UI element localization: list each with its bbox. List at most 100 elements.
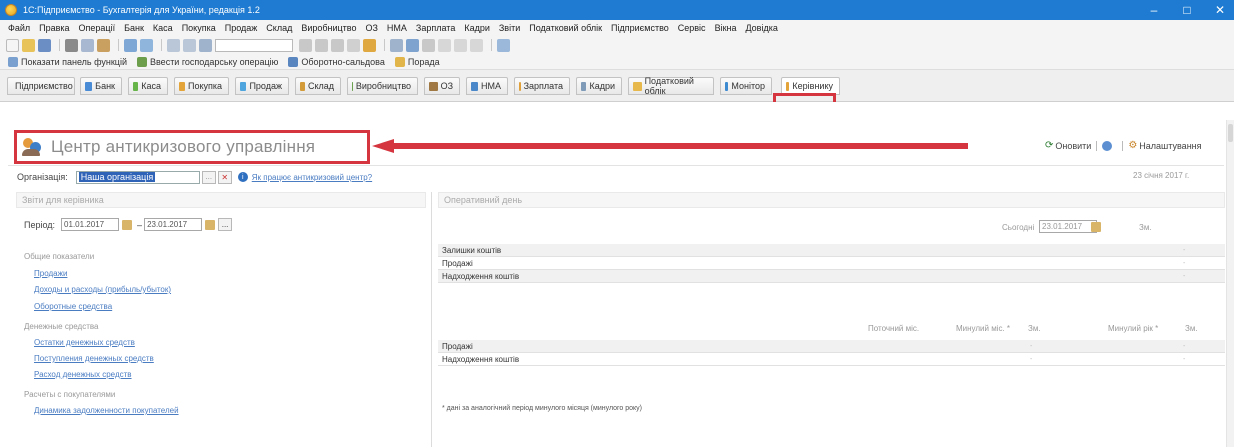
copy-icon[interactable] xyxy=(81,38,94,52)
print-icon[interactable] xyxy=(124,38,137,52)
scrollbar-thumb[interactable] xyxy=(1228,124,1233,142)
menu-item[interactable]: Довідка xyxy=(745,23,777,33)
group-title: Денежные средства xyxy=(24,322,99,331)
report-link[interactable]: Динамика задолженности покупателей xyxy=(34,406,179,415)
tab-prodazh[interactable]: Продаж xyxy=(235,77,289,95)
preview-icon[interactable] xyxy=(140,38,153,52)
menu-item[interactable]: Підприємство xyxy=(611,23,669,33)
menu-item[interactable]: Продаж xyxy=(225,23,258,33)
close-button[interactable]: ✕ xyxy=(1200,0,1234,20)
report-icon[interactable] xyxy=(390,38,403,52)
new-document-icon[interactable] xyxy=(6,38,19,52)
tab-pidpryiemstvo[interactable]: Підприємство xyxy=(7,77,75,95)
calendar-icon[interactable] xyxy=(1091,222,1101,232)
menu-item[interactable]: Сервіс xyxy=(678,23,706,33)
menu-item[interactable]: Виробництво xyxy=(301,23,356,33)
settings-button[interactable]: Налаштування xyxy=(1139,141,1201,151)
menu-item[interactable]: Зарплата xyxy=(416,23,455,33)
search-icon[interactable] xyxy=(199,38,212,52)
filter-icon[interactable] xyxy=(331,38,344,52)
tab-oz[interactable]: ОЗ xyxy=(424,77,460,95)
calc-icon[interactable] xyxy=(315,38,328,52)
report-link[interactable]: Оборотные средства xyxy=(34,302,112,311)
help-icon[interactable] xyxy=(1102,140,1113,151)
save-icon[interactable] xyxy=(38,38,51,52)
tab-nma[interactable]: НМА xyxy=(466,77,508,95)
menu-item[interactable]: Податковий облік xyxy=(529,23,602,33)
advice-button[interactable]: Порада xyxy=(394,56,440,67)
back-icon[interactable] xyxy=(167,38,180,52)
forward-icon[interactable] xyxy=(183,38,196,52)
grid-icon[interactable] xyxy=(406,38,419,52)
tab-kadry[interactable]: Кадри xyxy=(576,77,622,95)
enter-operation-button[interactable]: Ввести господарську операцію xyxy=(137,56,278,67)
pane-splitter[interactable] xyxy=(431,192,432,447)
show-panel-button[interactable]: Показати панель функцій xyxy=(8,56,127,67)
today-date-input[interactable]: 23.01.2017 xyxy=(1039,220,1097,233)
menu-bar: Файл Правка Операції Банк Каса Покупка П… xyxy=(0,20,1234,36)
help-icon[interactable] xyxy=(497,38,510,52)
menu-item[interactable]: Операції xyxy=(79,23,116,33)
table-row[interactable]: Залишки коштів - xyxy=(438,244,1225,257)
turnover-button[interactable]: Оборотно-сальдова xyxy=(288,56,385,67)
sum-icon[interactable] xyxy=(299,38,312,52)
favorites-icon[interactable] xyxy=(363,38,376,52)
tab-pokupka[interactable]: Покупка xyxy=(174,77,229,95)
tab-zarplata[interactable]: Зарплата xyxy=(514,77,570,95)
calendar-icon[interactable] xyxy=(347,38,360,52)
menu-item[interactable]: Звіти xyxy=(499,23,520,33)
how-it-works-link[interactable]: Як працює антикризовий центр? xyxy=(252,173,372,182)
menu-item[interactable]: НМА xyxy=(387,23,407,33)
tab-sklad[interactable]: Склад xyxy=(295,77,341,95)
menu-item[interactable]: Правка xyxy=(39,23,69,33)
menu-item[interactable]: ОЗ xyxy=(365,23,377,33)
refresh-button[interactable]: Оновити xyxy=(1055,141,1091,151)
cut-icon[interactable] xyxy=(65,38,78,52)
organization-field[interactable]: Наша організація xyxy=(75,170,200,184)
toolbar-separator xyxy=(491,39,492,51)
tab-kasa[interactable]: Каса xyxy=(128,77,168,95)
menu-item[interactable]: Банк xyxy=(124,23,144,33)
menu-item[interactable]: Каса xyxy=(153,23,173,33)
annotation-arrow xyxy=(372,139,968,153)
vertical-scrollbar[interactable] xyxy=(1226,120,1234,447)
tab-monitor[interactable]: Монітор xyxy=(720,77,772,95)
column-header: Минулий міс. * xyxy=(956,324,1011,333)
table-row[interactable]: Надходження коштів - xyxy=(438,270,1225,283)
table-row[interactable]: Продажі - xyxy=(438,257,1225,270)
calendar-icon[interactable] xyxy=(205,219,216,230)
date-from-input[interactable]: 01.01.2017 xyxy=(61,218,120,231)
select-button[interactable]: … xyxy=(201,170,216,184)
table-row[interactable]: Продажі - - xyxy=(438,340,1225,353)
report-link[interactable]: Остатки денежных средств xyxy=(34,338,135,347)
zoom-icon[interactable] xyxy=(454,38,467,52)
menu-item[interactable]: Кадри xyxy=(464,23,490,33)
clear-button[interactable]: ✕ xyxy=(217,170,232,184)
text-icon[interactable] xyxy=(422,38,435,52)
report-link[interactable]: Поступления денежных средств xyxy=(34,354,154,363)
table-row[interactable]: Надходження коштів - - xyxy=(438,353,1225,366)
calendar-icon[interactable] xyxy=(122,219,133,230)
tab-label: Покупка xyxy=(187,81,222,91)
search-input[interactable] xyxy=(215,38,293,52)
period-select-button[interactable]: ... xyxy=(218,218,233,231)
row-value: - xyxy=(1183,259,1186,267)
report-link[interactable]: Расход денежных средств xyxy=(34,370,132,379)
paste-icon[interactable] xyxy=(97,38,110,52)
tab-bank[interactable]: Банк xyxy=(80,77,122,95)
menu-item[interactable]: Склад xyxy=(266,23,292,33)
report-link[interactable]: Доходы и расходы (прибыль/убыток) xyxy=(34,285,171,294)
zoom-out-icon[interactable] xyxy=(470,38,483,52)
toolbar-separator xyxy=(161,39,162,51)
report-link[interactable]: Продажи xyxy=(34,269,67,278)
open-folder-icon[interactable] xyxy=(22,38,35,52)
tab-label: Зарплата xyxy=(523,81,563,91)
date-to-input[interactable]: 23.01.2017 xyxy=(144,218,203,231)
font-size-icon[interactable] xyxy=(438,38,451,52)
reports-pane: Звіти для керівника Період: 01.01.2017 –… xyxy=(16,192,426,447)
tab-vyrobnytstvo[interactable]: Виробництво xyxy=(347,77,418,95)
menu-item[interactable]: Покупка xyxy=(182,23,216,33)
tab-podatkovyi-oblik[interactable]: Податковий облік xyxy=(628,76,714,96)
menu-item[interactable]: Файл xyxy=(8,23,30,33)
menu-item[interactable]: Вікна xyxy=(715,23,737,33)
